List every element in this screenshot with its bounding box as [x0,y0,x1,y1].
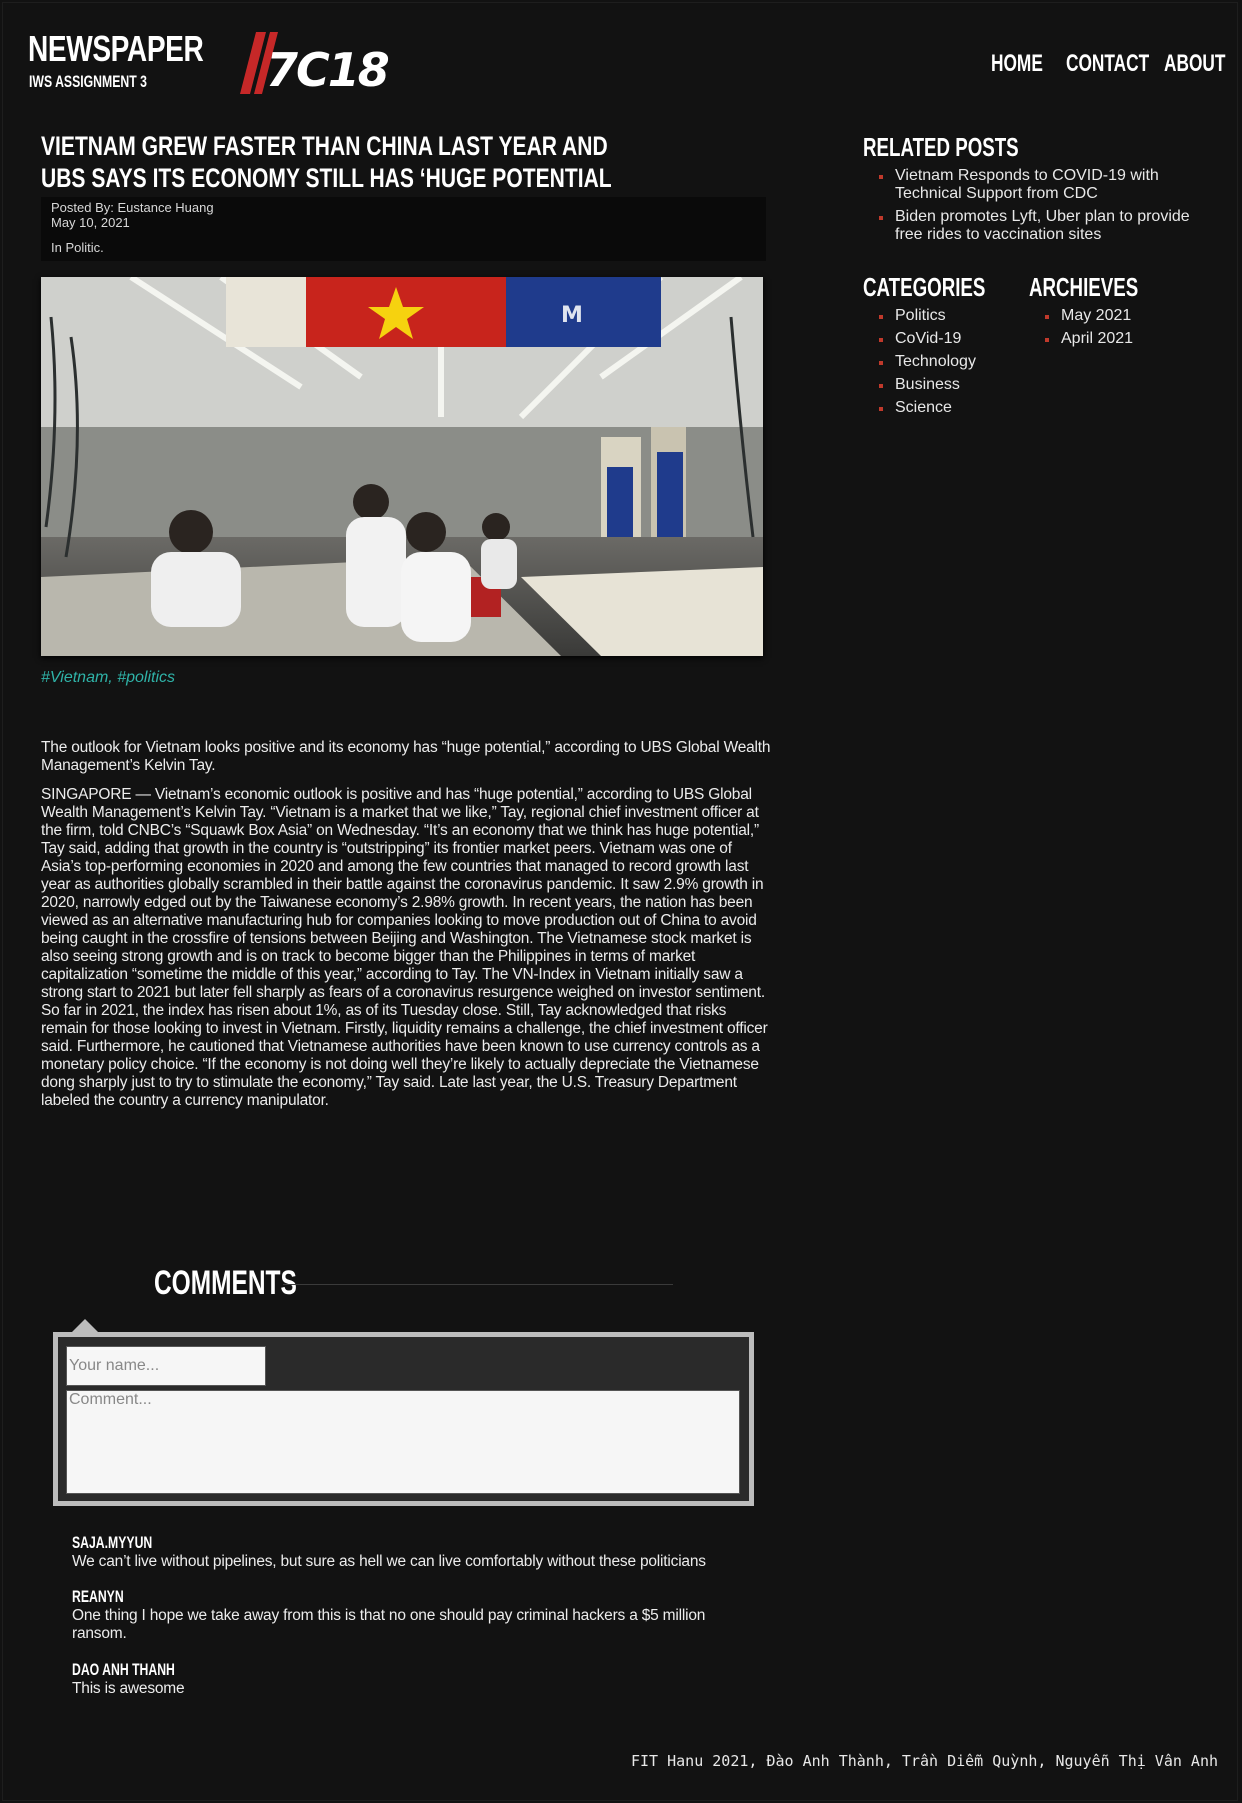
article-body: SINGAPORE — Vietnam’s economic outlook i… [41,786,768,1109]
comment-text: This is awesome [72,1680,185,1697]
comments-divider [283,1284,673,1285]
category-item[interactable]: Science [879,399,1029,417]
category-item[interactable]: Technology [879,353,1029,371]
comment-author: DAO ANH THANH [72,1660,175,1679]
categories-heading: CATEGORIES [863,272,986,302]
archive-item[interactable]: May 2021 [1045,307,1195,325]
comment-author: SAJA.MYYUN [72,1533,153,1552]
article-meta: Posted By: Eustance Huang May 10, 2021 I… [41,197,766,261]
logo-text: 7C18 [266,43,389,94]
category-item[interactable]: Politics [879,307,1029,325]
article-title: VIETNAM GREW FASTER THAN CHINA LAST YEAR… [41,131,612,193]
svg-text:M: M [561,303,583,328]
related-post-item[interactable]: Vietnam Responds to COVID-19 with Techni… [879,167,1209,203]
archives-list: May 2021 April 2021 [1045,307,1195,353]
related-posts-list: Vietnam Responds to COVID-19 with Techni… [879,167,1209,249]
name-input[interactable] [66,1346,266,1386]
article-date: May 10, 2021 [51,215,130,230]
comment-author: REANYN [72,1587,124,1606]
nav-contact[interactable]: CONTACT [1066,50,1149,78]
categories-list: Politics CoVid-19 Technology Business Sc… [879,307,1029,422]
comment-text: One thing I hope we take away from this … [72,1607,706,1642]
logo[interactable]: 7C18 [240,32,405,94]
site-subtitle: IWS ASSIGNMENT 3 [29,72,147,91]
comment-text: We can’t live without pipelines, but sur… [72,1553,706,1570]
article-tags[interactable]: #Vietnam, #politics [41,669,175,687]
nav-home[interactable]: HOME [991,50,1043,78]
article-category[interactable]: In Politic. [51,240,104,255]
nav-about[interactable]: ABOUT [1164,50,1225,78]
site-title[interactable]: NEWSPAPER [28,28,204,70]
comment-input[interactable] [66,1390,740,1494]
footer-credits: FIT Hanu 2021, Đào Anh Thành, Trần Diễm … [631,1752,1218,1770]
article-author: Posted By: Eustance Huang [51,200,214,215]
archives-heading: ARCHIEVES [1029,272,1139,302]
category-item[interactable]: Business [879,376,1029,394]
related-post-item[interactable]: Biden promotes Lyft, Uber plan to provid… [879,208,1209,244]
related-posts-heading: RELATED POSTS [863,132,1019,162]
comments-heading: COMMENTS [154,1264,297,1302]
comment-form-notch [72,1319,98,1332]
category-item[interactable]: CoVid-19 [879,330,1029,348]
article-image: M [41,277,763,656]
archive-item[interactable]: April 2021 [1045,330,1195,348]
article-lead: The outlook for Vietnam looks positive a… [41,739,771,774]
